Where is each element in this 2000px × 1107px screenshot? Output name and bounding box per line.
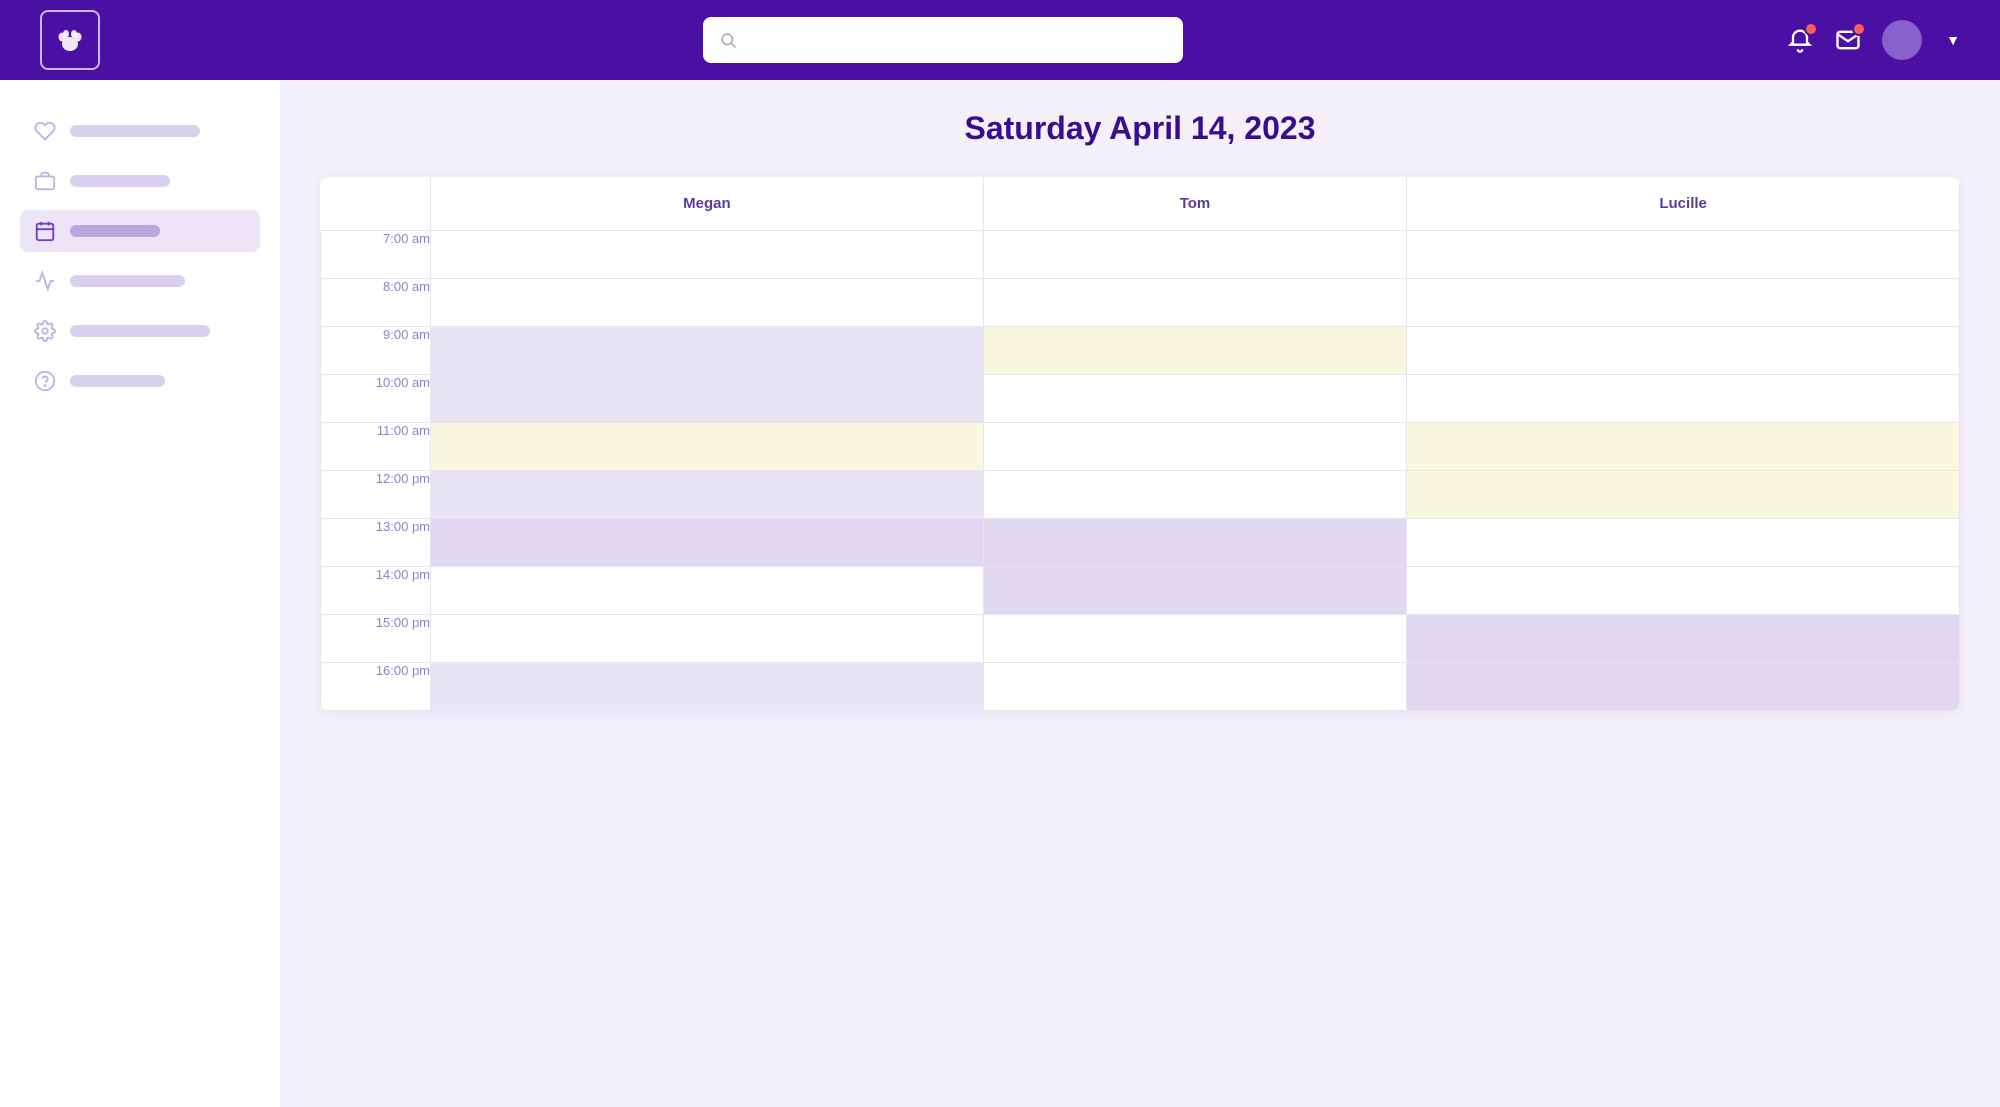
cell-lucille-0[interactable] — [1407, 231, 1960, 279]
cell-megan-0[interactable] — [431, 231, 984, 279]
sidebar — [0, 80, 280, 1107]
notification-button[interactable] — [1786, 26, 1814, 54]
cell-tom-9[interactable] — [983, 663, 1407, 711]
sidebar-item-help[interactable] — [20, 360, 260, 402]
calendar-table: Megan Tom Lucille 7:00 am8:00 am9:00 am1… — [320, 177, 1960, 711]
messages-button[interactable] — [1834, 26, 1862, 54]
cell-tom-4[interactable] — [983, 423, 1407, 471]
cell-tom-8[interactable] — [983, 615, 1407, 663]
cell-lucille-4[interactable] — [1407, 423, 1960, 471]
table-header-row: Megan Tom Lucille — [321, 177, 1960, 231]
time-cell: 13:00 pm — [321, 519, 431, 567]
time-cell: 9:00 am — [321, 327, 431, 375]
table-row: 8:00 am — [321, 279, 1960, 327]
calendar-icon — [34, 220, 56, 242]
sidebar-label-settings — [70, 325, 210, 337]
messages-badge — [1852, 22, 1866, 36]
table-row: 14:00 pm — [321, 567, 1960, 615]
page-title: Saturday April 14, 2023 — [320, 110, 1960, 147]
cell-lucille-3[interactable] — [1407, 375, 1960, 423]
notification-badge — [1804, 22, 1818, 36]
cell-lucille-1[interactable] — [1407, 279, 1960, 327]
col-header-megan: Megan — [431, 177, 984, 231]
main-content: Saturday April 14, 2023 Megan Tom Lucill… — [280, 80, 2000, 1107]
cell-tom-3[interactable] — [983, 375, 1407, 423]
topnav: ▼ — [0, 0, 2000, 80]
cell-tom-6[interactable] — [983, 519, 1407, 567]
cell-tom-2[interactable] — [983, 327, 1407, 375]
time-header — [321, 177, 431, 231]
table-row: 12:00 pm — [321, 471, 1960, 519]
search-icon — [719, 31, 737, 49]
cell-megan-2[interactable] — [431, 327, 984, 375]
search-wrap — [120, 17, 1766, 63]
sidebar-label-help — [70, 375, 165, 387]
settings-icon — [34, 320, 56, 342]
cell-lucille-6[interactable] — [1407, 519, 1960, 567]
briefcase-icon — [34, 170, 56, 192]
table-row: 10:00 am — [321, 375, 1960, 423]
time-cell: 12:00 pm — [321, 471, 431, 519]
table-row: 15:00 pm — [321, 615, 1960, 663]
sidebar-label-health — [70, 125, 200, 137]
time-cell: 7:00 am — [321, 231, 431, 279]
paw-icon — [52, 22, 88, 58]
help-icon — [34, 370, 56, 392]
table-row: 16:00 pm — [321, 663, 1960, 711]
time-cell: 16:00 pm — [321, 663, 431, 711]
cell-megan-5[interactable] — [431, 471, 984, 519]
nav-icons: ▼ — [1786, 20, 1960, 60]
avatar[interactable] — [1882, 20, 1922, 60]
time-cell: 15:00 pm — [321, 615, 431, 663]
sidebar-label-briefcase — [70, 175, 170, 187]
cell-lucille-5[interactable] — [1407, 471, 1960, 519]
cell-tom-7[interactable] — [983, 567, 1407, 615]
heart-icon — [34, 120, 56, 142]
sidebar-label-calendar — [70, 225, 160, 237]
time-cell: 10:00 am — [321, 375, 431, 423]
cell-megan-3[interactable] — [431, 375, 984, 423]
cell-lucille-2[interactable] — [1407, 327, 1960, 375]
sidebar-item-chart[interactable] — [20, 260, 260, 302]
sidebar-label-chart — [70, 275, 185, 287]
sidebar-item-settings[interactable] — [20, 310, 260, 352]
cell-tom-5[interactable] — [983, 471, 1407, 519]
cell-tom-0[interactable] — [983, 231, 1407, 279]
cell-megan-9[interactable] — [431, 663, 984, 711]
sidebar-item-health[interactable] — [20, 110, 260, 152]
table-row: 7:00 am — [321, 231, 1960, 279]
col-header-lucille: Lucille — [1407, 177, 1960, 231]
table-row: 13:00 pm — [321, 519, 1960, 567]
cell-lucille-9[interactable] — [1407, 663, 1960, 711]
cell-megan-1[interactable] — [431, 279, 984, 327]
logo[interactable] — [40, 10, 100, 70]
time-cell: 8:00 am — [321, 279, 431, 327]
table-row: 9:00 am — [321, 327, 1960, 375]
sidebar-item-briefcase[interactable] — [20, 160, 260, 202]
search-input[interactable] — [747, 31, 1167, 49]
cell-lucille-7[interactable] — [1407, 567, 1960, 615]
time-cell: 11:00 am — [321, 423, 431, 471]
cell-megan-6[interactable] — [431, 519, 984, 567]
time-cell: 14:00 pm — [321, 567, 431, 615]
chevron-down-icon[interactable]: ▼ — [1946, 32, 1960, 48]
sidebar-item-calendar[interactable] — [20, 210, 260, 252]
search-bar — [703, 17, 1183, 63]
cell-megan-4[interactable] — [431, 423, 984, 471]
cell-megan-7[interactable] — [431, 567, 984, 615]
layout: Saturday April 14, 2023 Megan Tom Lucill… — [0, 80, 2000, 1107]
chart-icon — [34, 270, 56, 292]
col-header-tom: Tom — [983, 177, 1407, 231]
cell-lucille-8[interactable] — [1407, 615, 1960, 663]
cell-tom-1[interactable] — [983, 279, 1407, 327]
cell-megan-8[interactable] — [431, 615, 984, 663]
table-row: 11:00 am — [321, 423, 1960, 471]
